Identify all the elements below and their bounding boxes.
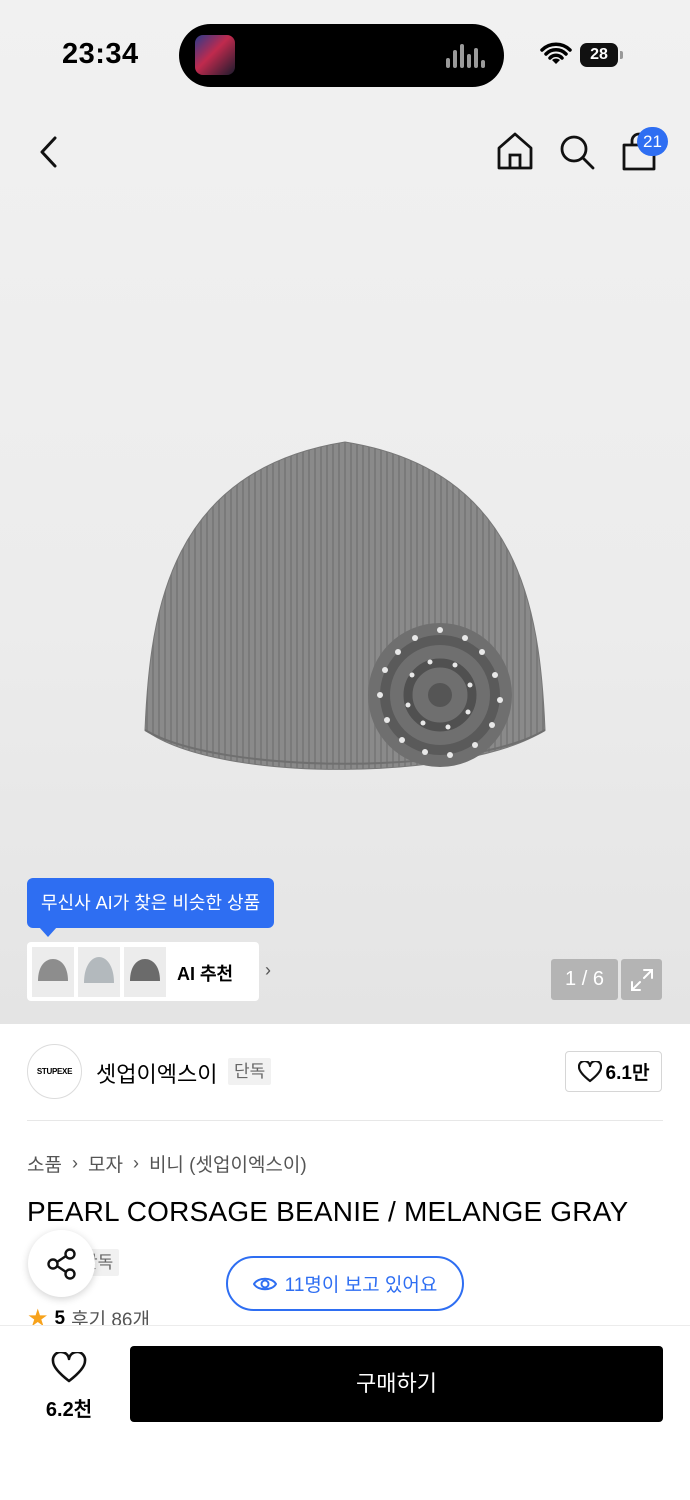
ai-thumbnail-2 <box>78 947 120 997</box>
heart-icon <box>51 1350 87 1383</box>
ai-thumbnail-3 <box>124 947 166 997</box>
exclusive-tag: 단독 <box>228 1058 272 1085</box>
buy-button[interactable]: 구매하기 <box>130 1346 663 1422</box>
heart-icon <box>577 1060 602 1082</box>
wifi-icon <box>540 42 572 64</box>
product-image[interactable] <box>140 430 550 790</box>
back-button[interactable] <box>27 130 71 174</box>
share-icon <box>46 1247 76 1280</box>
chevron-right-icon: › <box>132 1153 139 1173</box>
viewers-badge: 11명이 보고 있어요 <box>226 1256 464 1311</box>
chevron-right-icon: › <box>265 960 271 980</box>
product-like-count: 6.2천 <box>45 1399 93 1421</box>
ai-thumbnail-1 <box>32 947 74 997</box>
ai-similar-tooltip: 무신사 AI가 찾은 비슷한 상품 <box>27 878 275 937</box>
breadcrumb-item[interactable]: 모자 <box>88 1150 123 1177</box>
chevron-right-icon: › <box>71 1153 78 1173</box>
brand-like-button[interactable]: 6.1만 <box>565 1051 662 1092</box>
now-playing-artwork <box>195 35 235 75</box>
cart-count-badge: 21 <box>637 127 668 156</box>
viewers-text: 11명이 보고 있어요 <box>284 1275 438 1296</box>
home-button[interactable] <box>493 129 537 173</box>
breadcrumb-item[interactable]: 소품 <box>27 1150 62 1177</box>
image-page-indicator: 1 / 6 <box>551 959 618 1000</box>
divider <box>27 1120 663 1121</box>
brand-name[interactable]: 셋업이엑스이 <box>96 1057 217 1089</box>
search-icon <box>560 135 595 170</box>
brand-logo[interactable]: STUPEXE <box>27 1044 82 1099</box>
corsage-flower <box>368 623 512 767</box>
bottom-bar: 6.2천 구매하기 <box>0 1325 690 1500</box>
audio-wave-icon <box>446 44 486 68</box>
eye-icon <box>252 1277 277 1290</box>
product-title: PEARL CORSAGE BEANIE / MELANGE GRAY <box>27 1196 629 1227</box>
status-time: 23:34 <box>62 38 139 70</box>
battery-indicator: 28 <box>580 43 623 67</box>
ai-recommend-label: AI 추천 <box>177 964 234 984</box>
status-bar: 23:34 28 <box>0 0 690 110</box>
ai-recommend-button[interactable]: AI 추천 › <box>27 942 271 1001</box>
back-icon <box>40 136 57 168</box>
search-button[interactable] <box>555 130 599 174</box>
expand-icon <box>630 968 653 991</box>
brand-like-count: 6.1만 <box>605 1063 650 1084</box>
product-like-button[interactable]: 6.2천 <box>30 1350 108 1422</box>
dynamic-island <box>179 24 504 87</box>
share-button[interactable] <box>28 1230 95 1297</box>
expand-button[interactable] <box>621 959 662 1000</box>
breadcrumb: 소품 › 모자 › 비니 (셋업이엑스이) <box>27 1150 307 1177</box>
home-icon <box>497 132 533 170</box>
breadcrumb-item[interactable]: 비니 (셋업이엑스이) <box>149 1150 307 1177</box>
